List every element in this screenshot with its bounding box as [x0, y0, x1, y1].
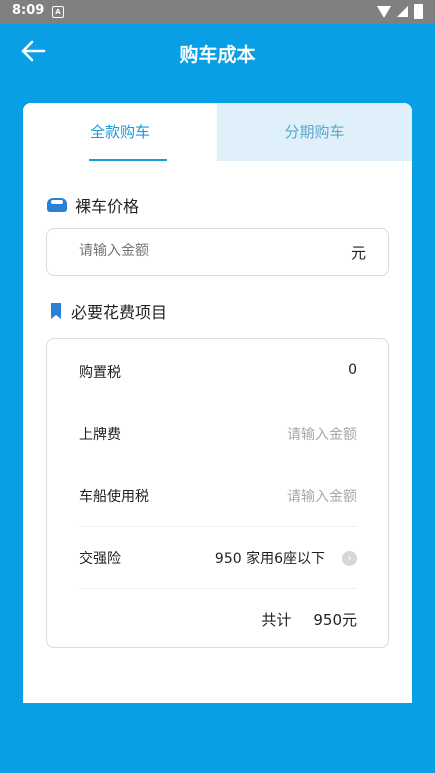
fees-list: 购置税 0 上牌费 请输入金额 车船使用税 请输入金额 交强险 950 家用6座…: [46, 338, 389, 648]
fee-label: 购置税: [79, 365, 121, 381]
tab-full-payment[interactable]: 全款购车: [23, 103, 217, 161]
status-time: 8:09: [12, 3, 45, 18]
fee-row-purchase-tax: 购置税 0: [79, 341, 357, 403]
license-fee-input[interactable]: 请输入金额: [287, 424, 357, 444]
fee-row-vehicle-tax[interactable]: 车船使用税 请输入金额: [79, 465, 357, 527]
total-value: 950元: [313, 611, 357, 629]
total-label: 共计: [261, 611, 292, 629]
fee-label: 上牌费: [79, 427, 121, 443]
bare-price-input[interactable]: [77, 242, 311, 260]
tab-installment[interactable]: 分期购车: [217, 103, 412, 161]
fee-label: 交强险: [79, 551, 121, 567]
bookmark-icon: [51, 303, 61, 319]
content-card: 全款购车 分期购车 裸车价格 元 必要花费项目 购置税 0 上牌费 请输入金额 …: [23, 103, 412, 703]
bare-price-title: 裸车价格: [75, 197, 140, 216]
signal-icon: [397, 6, 408, 17]
total: 共计 950元: [261, 609, 357, 630]
price-unit: 元: [350, 244, 366, 262]
chevron-right-icon[interactable]: ›: [342, 551, 357, 566]
bare-price-section-title: 裸车价格: [47, 193, 139, 217]
tab-active-indicator: [89, 159, 167, 161]
fee-row-license[interactable]: 上牌费 请输入金额: [79, 403, 357, 465]
vehicle-tax-input[interactable]: 请输入金额: [287, 486, 357, 506]
fees-title: 必要花费项目: [71, 303, 168, 322]
insurance-value: 950 家用6座以下: [214, 551, 325, 567]
bare-price-field[interactable]: 元: [46, 228, 389, 276]
tab-bar: 全款购车 分期购车: [23, 103, 412, 161]
status-bar: 8:09 A: [0, 0, 435, 24]
fee-value: 0: [348, 362, 357, 378]
page-title: 购车成本: [179, 44, 256, 66]
car-icon: [47, 198, 67, 212]
fee-row-insurance[interactable]: 交强险 950 家用6座以下 ›: [79, 527, 357, 589]
status-icons: [377, 4, 423, 19]
fees-section-title: 必要花费项目: [47, 299, 167, 323]
fee-label: 车船使用税: [79, 489, 149, 505]
wifi-icon: [377, 5, 391, 18]
battery-icon: [414, 4, 423, 19]
app-header: 购车成本: [0, 24, 435, 82]
notification-icon: A: [52, 6, 64, 18]
divider: [79, 588, 357, 589]
